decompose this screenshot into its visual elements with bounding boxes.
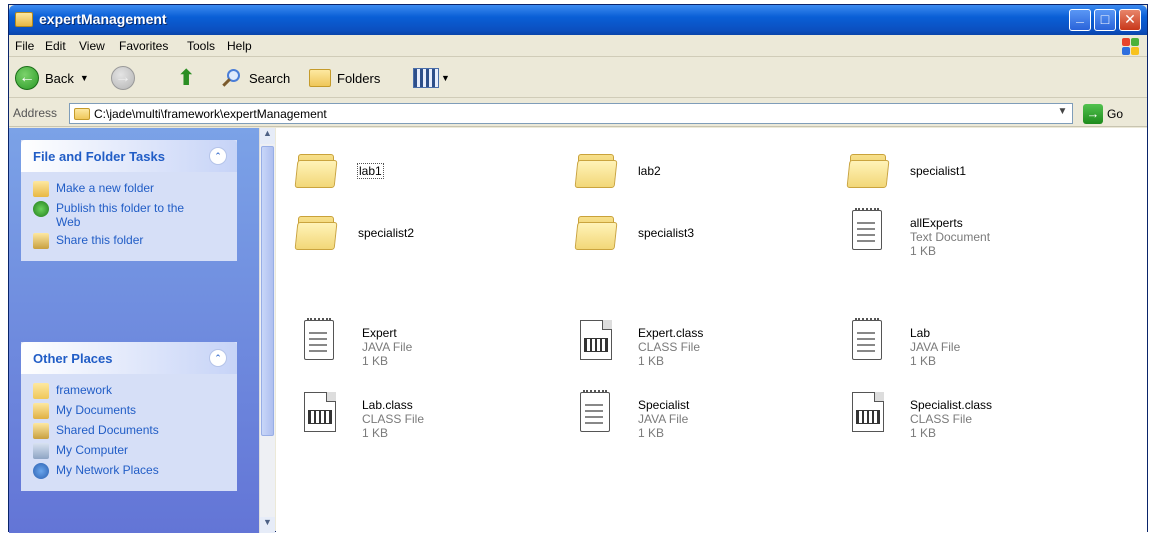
my-documents-icon bbox=[33, 403, 49, 419]
computer-icon bbox=[33, 443, 49, 459]
folder-icon bbox=[574, 208, 618, 252]
shared-folder-icon bbox=[33, 423, 49, 439]
file-item-allexperts[interactable]: allExperts Text Document 1 KB bbox=[846, 208, 1116, 262]
menu-edit[interactable]: Edit bbox=[45, 39, 66, 53]
maximize-button[interactable]: □ bbox=[1094, 9, 1116, 31]
folder-icon bbox=[294, 146, 338, 190]
file-item-expert[interactable]: Expert JAVA File 1 KB bbox=[298, 318, 568, 372]
search-button[interactable]: Search bbox=[221, 66, 290, 90]
explorer-window: expertManagement _ □ ✕ File Edit View Fa… bbox=[8, 4, 1148, 533]
file-item-specialist2[interactable]: specialist2 bbox=[294, 208, 564, 262]
chevron-down-icon[interactable]: ▼ bbox=[80, 73, 89, 83]
network-icon bbox=[33, 463, 49, 479]
menu-favorites[interactable]: Favorites bbox=[119, 39, 168, 53]
panel-header[interactable]: File and Folder Tasks ⌃ bbox=[21, 140, 237, 172]
collapse-icon[interactable]: ⌃ bbox=[209, 147, 227, 165]
back-arrow-icon: ← bbox=[15, 66, 39, 90]
file-item-specialist1[interactable]: specialist1 bbox=[846, 146, 1116, 200]
go-arrow-icon: → bbox=[1083, 103, 1103, 124]
class-file-icon bbox=[574, 318, 618, 362]
class-file-icon bbox=[298, 390, 342, 434]
task-share-folder[interactable]: Share this folder bbox=[33, 233, 227, 249]
chevron-down-icon[interactable]: ▼ bbox=[1055, 106, 1070, 121]
address-label: Address bbox=[13, 106, 58, 120]
back-button[interactable]: ← Back ▼ bbox=[15, 66, 89, 90]
menu-file[interactable]: File bbox=[15, 39, 34, 53]
go-button[interactable]: → Go bbox=[1083, 103, 1123, 124]
windows-logo-icon bbox=[1121, 37, 1139, 55]
back-label: Back bbox=[45, 70, 74, 86]
file-item-specialist3[interactable]: specialist3 bbox=[574, 208, 844, 262]
collapse-icon[interactable]: ⌃ bbox=[209, 349, 227, 367]
up-folder-button[interactable]: ⬆ bbox=[177, 65, 196, 90]
menu-view[interactable]: View bbox=[79, 39, 105, 53]
forward-arrow-icon: → bbox=[111, 66, 135, 90]
folder-icon bbox=[846, 146, 890, 190]
folders-button[interactable]: Folders bbox=[309, 66, 380, 90]
minimize-button[interactable]: _ bbox=[1069, 8, 1091, 31]
up-arrow-icon: ⬆ bbox=[177, 65, 196, 90]
views-button[interactable]: ▼ bbox=[413, 66, 450, 90]
class-file-icon bbox=[846, 390, 890, 434]
panel-header[interactable]: Other Places ⌃ bbox=[21, 342, 237, 374]
close-button[interactable]: ✕ bbox=[1119, 9, 1141, 31]
share-folder-icon bbox=[33, 233, 49, 249]
folders-label: Folders bbox=[337, 70, 381, 86]
panel-title: Other Places bbox=[33, 351, 113, 366]
title-bar[interactable]: expertManagement _ □ ✕ bbox=[9, 5, 1147, 35]
file-item-lab-class[interactable]: Lab.class CLASS File 1 KB bbox=[298, 390, 568, 444]
folders-icon bbox=[309, 69, 331, 87]
toolbar: ← Back ▼ → ⬆ Search Folders ▼ bbox=[9, 58, 1147, 98]
views-icon bbox=[413, 68, 439, 88]
java-file-icon bbox=[846, 318, 890, 362]
place-my-documents[interactable]: My Documents bbox=[33, 403, 227, 419]
file-item-expert-class[interactable]: Expert.class CLASS File 1 KB bbox=[574, 318, 844, 372]
other-places-panel: Other Places ⌃ framework My Documents Sh… bbox=[21, 342, 237, 491]
folder-icon bbox=[74, 108, 90, 120]
scroll-thumb[interactable] bbox=[261, 146, 274, 436]
place-framework[interactable]: framework bbox=[33, 383, 227, 399]
file-item-lab[interactable]: Lab JAVA File 1 KB bbox=[846, 318, 1116, 372]
place-my-network-places[interactable]: My Network Places bbox=[33, 463, 227, 479]
menu-help[interactable]: Help bbox=[227, 39, 252, 53]
globe-icon bbox=[33, 201, 49, 217]
forward-button[interactable]: → bbox=[111, 66, 135, 90]
file-item-lab1[interactable]: lab1 bbox=[294, 146, 564, 200]
menu-bar: File Edit View Favorites Tools Help bbox=[9, 35, 1147, 57]
panel-title: File and Folder Tasks bbox=[33, 149, 165, 164]
folder-icon bbox=[574, 146, 618, 190]
address-input[interactable]: C:\jade\multi\framework\expertManagement… bbox=[69, 103, 1073, 124]
chevron-down-icon[interactable]: ▼ bbox=[441, 73, 450, 83]
java-file-icon bbox=[298, 318, 342, 362]
java-file-icon bbox=[574, 390, 618, 434]
go-label: Go bbox=[1107, 106, 1124, 121]
menu-tools[interactable]: Tools bbox=[187, 39, 215, 53]
text-document-icon bbox=[846, 208, 890, 252]
scroll-up-icon[interactable]: ▲ bbox=[260, 128, 275, 144]
window-title: expertManagement bbox=[39, 11, 167, 27]
task-make-new-folder[interactable]: Make a new folder bbox=[33, 181, 227, 197]
task-publish-folder[interactable]: Publish this folder to the Web bbox=[33, 201, 227, 229]
search-label: Search bbox=[249, 70, 291, 86]
file-item-lab2[interactable]: lab2 bbox=[574, 146, 844, 200]
vertical-scrollbar[interactable]: ▲ ▼ bbox=[259, 128, 275, 533]
search-icon bbox=[221, 67, 243, 89]
task-pane: File and Folder Tasks ⌃ Make a new folde… bbox=[9, 128, 259, 533]
scroll-down-icon[interactable]: ▼ bbox=[260, 517, 275, 533]
folder-icon bbox=[15, 12, 33, 27]
address-bar: Address C:\jade\multi\framework\expertMa… bbox=[9, 99, 1147, 127]
file-item-specialist[interactable]: Specialist JAVA File 1 KB bbox=[574, 390, 844, 444]
file-item-specialist-class[interactable]: Specialist.class CLASS File 1 KB bbox=[846, 390, 1116, 444]
place-shared-documents[interactable]: Shared Documents bbox=[33, 423, 227, 439]
file-folder-tasks-panel: File and Folder Tasks ⌃ Make a new folde… bbox=[21, 140, 237, 261]
address-path[interactable]: C:\jade\multi\framework\expertManagement bbox=[94, 107, 327, 121]
place-my-computer[interactable]: My Computer bbox=[33, 443, 227, 459]
folder-icon bbox=[294, 208, 338, 252]
folder-icon bbox=[33, 383, 49, 399]
file-list: lab1 lab2 specialist1 specialist2 specia… bbox=[276, 128, 1147, 533]
new-folder-icon bbox=[33, 181, 49, 197]
